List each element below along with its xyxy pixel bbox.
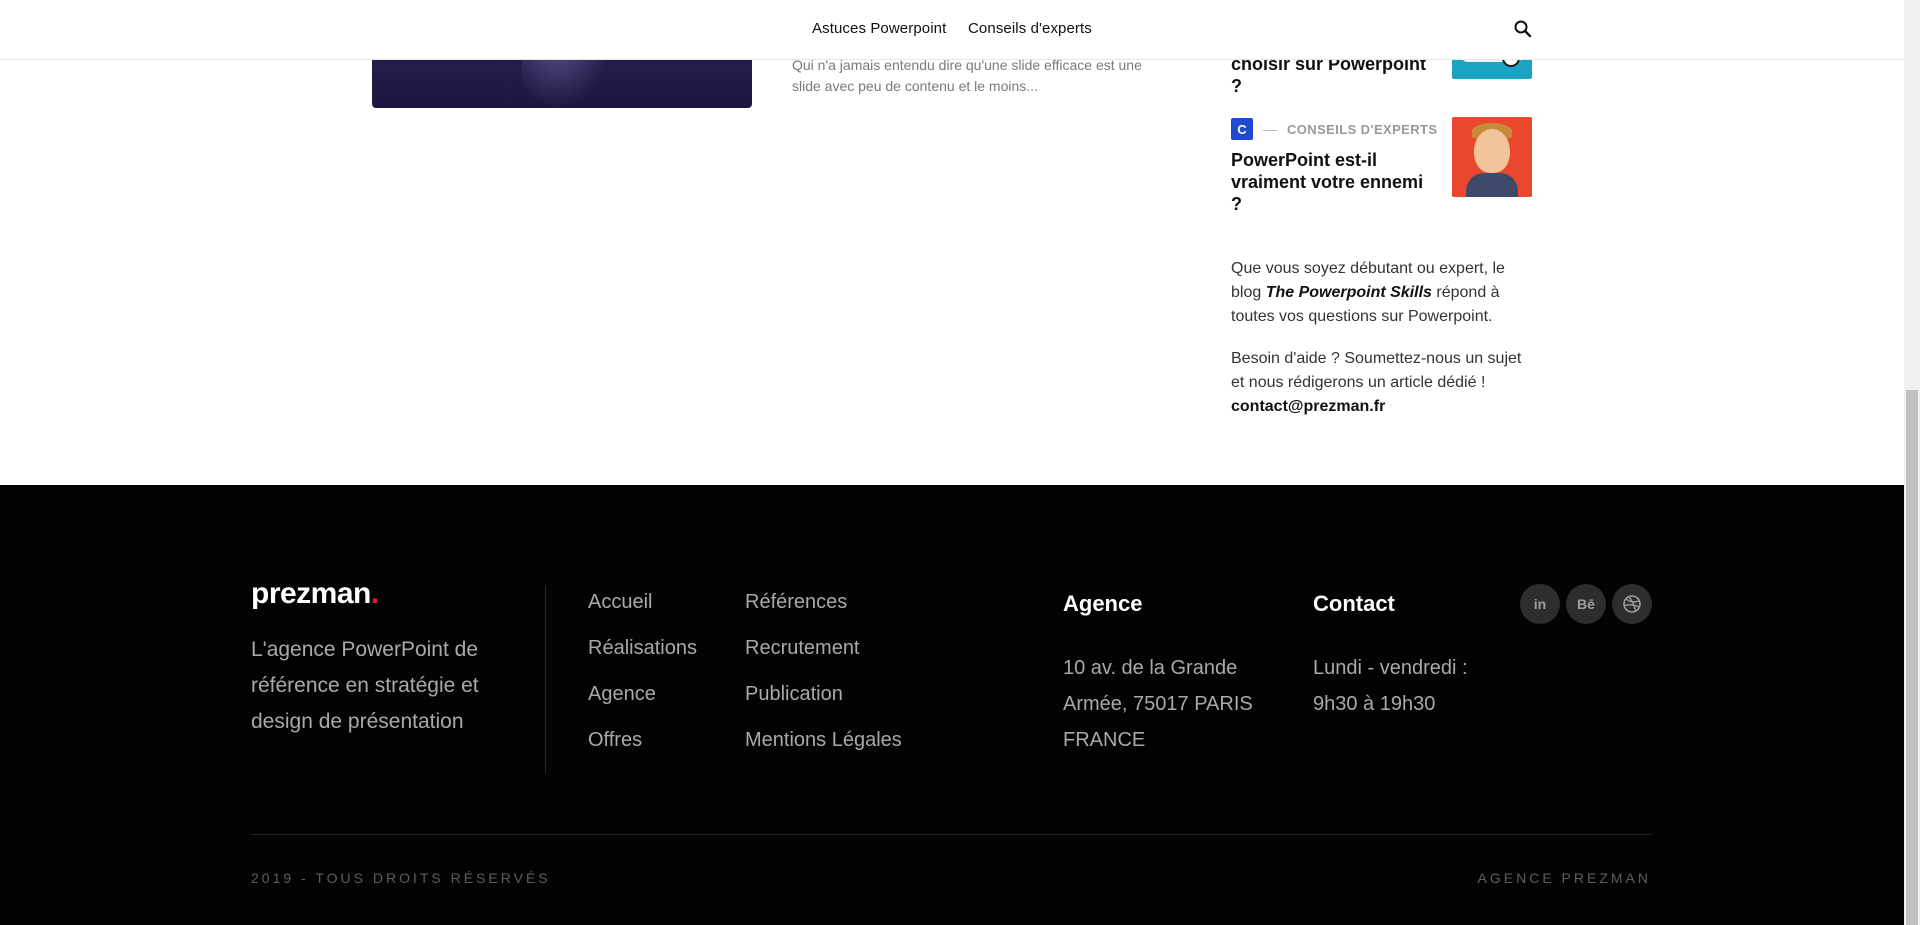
footer-agence-heading: Agence: [1063, 591, 1143, 616]
logo-text: prezman: [251, 577, 371, 610]
article-excerpt: Qui n'a jamais entendu dire qu'une slide…: [792, 57, 1142, 94]
page-scrollbar-thumb[interactable]: [1906, 390, 1918, 925]
footer-link-offres[interactable]: Offres: [588, 729, 642, 752]
footer-link-mentions-legales[interactable]: Mentions Légales: [745, 729, 902, 752]
search-icon[interactable]: [1513, 19, 1533, 39]
footer-address-line-1: 10 av. de la Grande: [1063, 657, 1238, 679]
footer-address-line-2: Armée, 75017 PARIS: [1063, 693, 1253, 715]
footer-vertical-divider: [545, 585, 546, 773]
thumbnail-person-body: [1466, 173, 1518, 197]
category-label[interactable]: CONSEILS D'EXPERTS: [1287, 122, 1437, 137]
footer-copyright: 2019 - TOUS DROITS RÉSERVÉS: [251, 870, 551, 886]
category-dash: —: [1263, 121, 1277, 137]
footer-hours-line-1: Lundi - vendredi :: [1313, 657, 1468, 679]
dribbble-glyph: [1623, 595, 1641, 613]
footer-address-line-3: FRANCE: [1063, 729, 1146, 751]
footer-link-references[interactable]: Références: [745, 591, 847, 614]
footer-link-realisations[interactable]: Réalisations: [588, 637, 697, 660]
footer-link-accueil[interactable]: Accueil: [588, 591, 652, 614]
blog-name: The Powerpoint Skills: [1265, 284, 1432, 301]
sidebar-post-category-2[interactable]: C — CONSEILS D'EXPERTS: [1231, 118, 1437, 140]
top-navigation: Astuces Powerpoint Conseils d'experts: [0, 0, 1904, 60]
contact-email-link[interactable]: contact@prezman.fr: [1231, 398, 1385, 415]
footer-agency-name: AGENCE PREZMAN: [1477, 870, 1651, 886]
behance-icon[interactable]: Bē: [1566, 584, 1606, 624]
blog-help-text: Besoin d'aide ? Soumettez-nous un sujet …: [1231, 347, 1536, 419]
sidebar-post-title-2[interactable]: PowerPoint est-il vraiment votre ennemi …: [1231, 149, 1431, 215]
page-scrollbar[interactable]: [1904, 0, 1920, 925]
dribbble-icon[interactable]: [1612, 584, 1652, 624]
footer-hours-line-2: 9h30 à 19h30: [1313, 693, 1436, 715]
help-text-part: Besoin d'aide ? Soumettez-nous un sujet …: [1231, 350, 1522, 391]
nav-link-astuces-powerpoint[interactable]: Astuces Powerpoint: [812, 20, 946, 37]
footer-logo[interactable]: prezman.: [251, 577, 379, 611]
category-badge: C: [1231, 118, 1253, 140]
thumbnail-person-head: [1474, 129, 1510, 173]
footer-link-recrutement[interactable]: Recrutement: [745, 637, 860, 660]
footer-horizontal-divider: [251, 834, 1651, 835]
linkedin-icon[interactable]: in: [1520, 584, 1560, 624]
footer-tagline: L'agence PowerPoint de référence en stra…: [251, 638, 479, 733]
logo-dot: .: [370, 577, 379, 610]
footer-link-publication[interactable]: Publication: [745, 683, 843, 706]
blog-about-text: Que vous soyez débutant ou expert, le bl…: [1231, 257, 1536, 329]
footer-contact-heading: Contact: [1313, 591, 1395, 616]
footer-link-agence[interactable]: Agence: [588, 683, 656, 706]
sidebar-post-thumbnail-2[interactable]: [1452, 117, 1532, 197]
footer: prezman. L'agence PowerPoint de référenc…: [0, 485, 1904, 925]
nav-link-conseils-experts[interactable]: Conseils d'experts: [968, 20, 1092, 37]
